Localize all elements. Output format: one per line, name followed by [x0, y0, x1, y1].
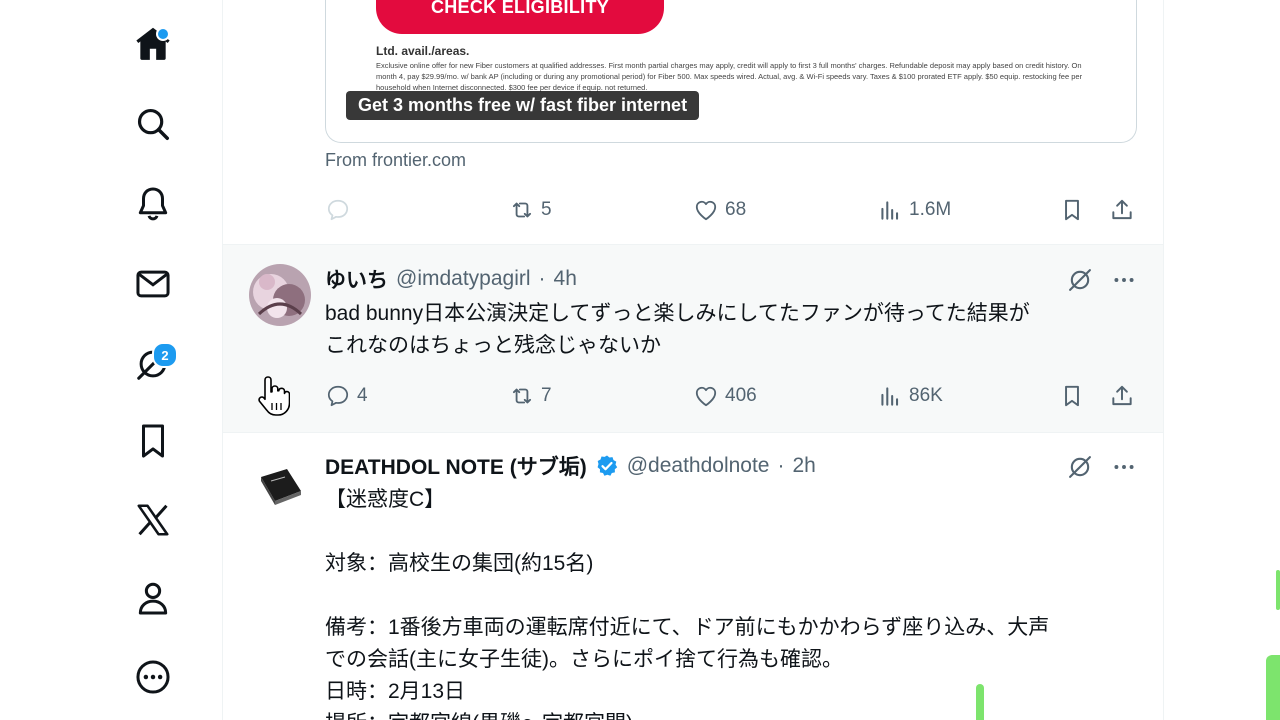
tweet[interactable]: ゆいち @imdatypagirl · 4h bad bunny日本公演決定して… [223, 245, 1163, 433]
reply-button[interactable]: 4 [325, 381, 368, 411]
more-horizontal-icon [1114, 465, 1134, 469]
grok-button[interactable] [1065, 265, 1095, 295]
share-icon [1112, 385, 1132, 406]
tweet-text-body: bad bunny日本公演決定してずっと楽しみにしてたファンが待ってた結果が こ… [325, 302, 1030, 357]
bookmark-button[interactable] [1059, 195, 1085, 225]
verified-badge-icon [595, 454, 619, 478]
tweet-text: bad bunny日本公演決定してずっと楽しみにしてたファンが待ってた結果が こ… [325, 298, 1145, 362]
green-artifact [1276, 570, 1280, 610]
repost-button[interactable]: 5 [509, 195, 552, 225]
more-options-button[interactable] [1109, 265, 1139, 295]
ad-action-bar: 5 68 1.6M [325, 195, 1135, 225]
ad-fine-print: Exclusive online offer for new Fiber cus… [376, 61, 1083, 92]
grok-icon [1069, 456, 1091, 478]
views-count: 1.6M [909, 199, 952, 220]
grok-button[interactable] [1065, 452, 1095, 482]
nav-bookmarks[interactable] [126, 414, 180, 468]
share-icon [1112, 199, 1132, 220]
repost-button[interactable]: 7 [509, 381, 552, 411]
x-logo-icon [137, 504, 169, 536]
nav-grok[interactable]: 2 [126, 337, 180, 391]
repost-count: 7 [541, 385, 552, 406]
tweet-text: 【迷惑度C】 対象：高校生の集団(約15名) 備考：1番後方車両の運転席付近にて… [325, 484, 1145, 720]
grok-count-badge: 2 [152, 342, 178, 368]
nav-explore[interactable] [126, 97, 180, 151]
views-button[interactable]: 1.6M [877, 195, 951, 225]
person-icon [138, 582, 168, 615]
user-handle[interactable]: @imdatypagirl [396, 267, 531, 291]
envelope-icon [136, 270, 170, 298]
reply-icon [327, 199, 349, 221]
ad-card[interactable]: CHECK ELIGIBILITY Ltd. avail./areas. Exc… [325, 0, 1137, 143]
repost-icon [512, 388, 532, 404]
share-button[interactable] [1109, 381, 1135, 411]
ad-headline[interactable]: Get 3 months free w/ fast fiber internet [346, 91, 700, 120]
bookmark-icon [1065, 385, 1079, 407]
bookmark-icon [1065, 199, 1079, 221]
tweet-time[interactable]: 4h [554, 267, 577, 291]
nav-messages[interactable] [126, 257, 180, 311]
user-handle[interactable]: @deathdolnote [627, 454, 770, 478]
reply-button[interactable] [325, 195, 351, 225]
hand-cursor-icon [258, 376, 290, 416]
user-name[interactable]: DEATHDOL NOTE (サブ垢) [325, 451, 587, 481]
nav-profile[interactable] [126, 571, 180, 625]
promoted-tweet[interactable]: CHECK ELIGIBILITY Ltd. avail./areas. Exc… [223, 0, 1163, 245]
tweet-text-body: 【迷惑度C】 対象：高校生の集団(約15名) 備考：1番後方車両の運転席付近にて… [325, 488, 1050, 720]
bell-icon [138, 187, 168, 221]
more-options-button[interactable] [1109, 452, 1139, 482]
home-unread-dot [156, 27, 170, 41]
ad-heading: Ltd. avail./areas. [376, 44, 470, 58]
separator-dot: · [538, 267, 546, 290]
analytics-icon [881, 387, 899, 406]
nav-premium[interactable] [126, 493, 180, 547]
more-circle-icon [136, 660, 170, 694]
timeline: CHECK ELIGIBILITY Ltd. avail./areas. Exc… [222, 0, 1164, 720]
bookmark-icon [141, 424, 165, 458]
reply-icon [327, 385, 349, 407]
primary-nav: 2 [0, 0, 222, 720]
grok-icon [1069, 269, 1091, 291]
like-count: 406 [725, 385, 757, 406]
tweet[interactable]: DEATHDOL NOTE (サブ垢) @deathdolnote · 2h 【… [223, 433, 1163, 720]
tweet-header: DEATHDOL NOTE (サブ垢) @deathdolnote · 2h [325, 451, 816, 481]
like-button[interactable]: 406 [693, 381, 757, 411]
more-horizontal-icon [1114, 278, 1134, 282]
views-button[interactable]: 86K [877, 381, 943, 411]
like-count: 68 [725, 199, 747, 220]
repost-count: 5 [541, 199, 552, 220]
avatar[interactable] [249, 264, 311, 326]
search-icon [137, 108, 169, 140]
tweet-time[interactable]: 2h [792, 454, 815, 478]
bookmark-button[interactable] [1059, 381, 1085, 411]
tweet-action-bar: 4 7 406 86K [325, 381, 1135, 411]
check-eligibility-button[interactable]: CHECK ELIGIBILITY [376, 0, 664, 34]
nav-more[interactable] [126, 650, 180, 704]
heart-icon [695, 386, 717, 407]
separator-dot: · [777, 454, 785, 477]
repost-icon [512, 202, 532, 218]
ad-source-link[interactable]: From frontier.com [325, 150, 466, 171]
share-button[interactable] [1109, 195, 1135, 225]
green-artifact [1266, 655, 1280, 720]
views-count: 86K [909, 385, 943, 406]
analytics-icon [881, 201, 899, 220]
like-button[interactable]: 68 [693, 195, 746, 225]
heart-icon [695, 200, 717, 221]
nav-home[interactable] [126, 17, 180, 71]
avatar[interactable] [249, 451, 311, 513]
user-name[interactable]: ゆいち [325, 264, 388, 294]
reply-count: 4 [357, 385, 368, 406]
tweet-header: ゆいち @imdatypagirl · 4h [325, 264, 577, 294]
green-artifact [976, 684, 984, 720]
nav-notifications[interactable] [126, 177, 180, 231]
